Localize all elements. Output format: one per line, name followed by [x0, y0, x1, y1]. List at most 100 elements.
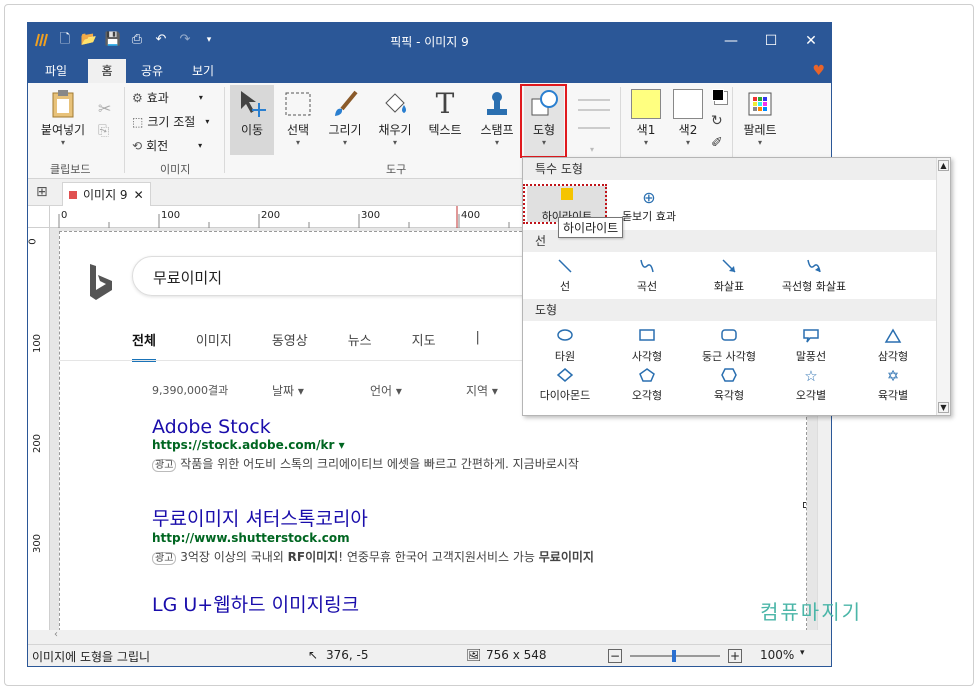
tab-maps[interactable]: 지도 [412, 330, 436, 362]
result-desc-bold: 무료이미지 [538, 550, 594, 564]
dropdown-scrollbar[interactable]: ▲ ▼ [936, 158, 950, 415]
chevron-down-icon[interactable]: ▾ [800, 648, 805, 658]
filter-region[interactable]: 지역 ▾ [466, 382, 498, 399]
grid-view-icon[interactable]: ⊞ [36, 184, 48, 200]
tab-file[interactable]: 파일 [34, 59, 78, 83]
result-title[interactable]: 무료이미지 셔터스톡코리아 [152, 504, 594, 531]
chevron-down-icon: ▾ [198, 141, 203, 150]
result-title[interactable]: LG U+웹하드 이미지링크 [152, 590, 359, 617]
select-tool-button[interactable]: 선택 ▾ [276, 89, 320, 147]
color1-button[interactable]: 색1 ▾ [628, 89, 664, 147]
cut-icon[interactable]: ✂ [98, 99, 111, 118]
tab-images[interactable]: 이미지 [196, 330, 232, 362]
line-item[interactable]: 선 [525, 258, 605, 294]
heart-icon[interactable]: ♥ [812, 63, 825, 79]
scroll-down-icon[interactable]: ▼ [938, 402, 949, 413]
paste-button[interactable]: 붙여넣기 ▾ [36, 89, 90, 147]
six-point-star-item[interactable]: ✡ 육각별 [853, 367, 933, 403]
default-colors-icon[interactable] [712, 89, 724, 101]
rounded-rectangle-item[interactable]: 둥근 사각형 [689, 328, 769, 364]
result-url[interactable]: http://www.shutterstock.com [152, 531, 594, 545]
result-title[interactable]: Adobe Stock [152, 416, 579, 438]
tab-videos[interactable]: 동영상 [272, 330, 308, 362]
five-point-star-label: 오각별 [795, 389, 827, 402]
zoom-slider[interactable] [630, 650, 720, 662]
color-picker-icon[interactable]: ✐ [711, 135, 723, 151]
tab-all[interactable]: 전체 [132, 330, 156, 362]
text-tool-button[interactable]: T 텍스트 [422, 89, 468, 138]
speech-bubble-item[interactable]: 말풍선 [771, 328, 851, 364]
arrow-item[interactable]: 화살표 [689, 258, 769, 294]
arrow-icon [689, 258, 769, 276]
maximize-icon[interactable]: ☐ [751, 23, 791, 59]
rotate-button[interactable]: ⟲ 회전 ▾ [132, 137, 202, 154]
scroll-up-icon[interactable]: ▲ [938, 160, 949, 171]
brush-icon [335, 90, 358, 116]
chevron-down-icon: ▾ [643, 138, 648, 147]
line-icon [525, 258, 605, 276]
draw-tool-button[interactable]: 그리기 ▾ [322, 89, 368, 147]
move-tool-button[interactable]: 이동 [230, 85, 274, 155]
chevron-down-icon: ▾ [494, 138, 499, 147]
tab-home[interactable]: 홈 [88, 59, 126, 83]
rectangle-item[interactable]: 사각형 [607, 328, 687, 364]
result-url[interactable]: https://stock.adobe.com/kr [152, 438, 334, 452]
resize-button[interactable]: ⬚ 크기 조절 ▾ [132, 113, 209, 130]
result-desc-bold: RF이미지 [287, 550, 339, 564]
section-shapes: 도형 [523, 299, 937, 321]
select-icon [285, 92, 311, 116]
document-tab[interactable]: 이미지 9 ✕ [62, 182, 151, 206]
fill-tool-button[interactable]: 채우기 ▾ [372, 89, 418, 147]
cursor-icon: ↖ [308, 648, 319, 662]
copy-icon[interactable]: ⎘ [98, 123, 109, 139]
six-point-star-label: 육각별 [877, 389, 909, 402]
color2-label: 색2 [678, 123, 698, 137]
tab-news[interactable]: 뉴스 [348, 330, 372, 362]
color2-button[interactable]: 색2 ▾ [670, 89, 706, 147]
diamond-icon [525, 367, 605, 385]
triangle-item[interactable]: 삼각형 [853, 328, 933, 364]
status-message: 이미지에 도형을 그립니 [32, 650, 151, 664]
hexagon-icon [689, 367, 769, 385]
horizontal-scrollbar[interactable]: ‹ [50, 629, 817, 644]
zoom-out-button[interactable]: − [608, 649, 622, 663]
diamond-item[interactable]: 다이아몬드 [525, 367, 605, 403]
tab-view[interactable]: 보기 [178, 59, 228, 83]
ruler-label: 0 [27, 238, 39, 245]
five-point-star-item[interactable]: ☆ 오각별 [771, 367, 851, 403]
close-icon[interactable]: ✕ [791, 23, 831, 59]
filter-date[interactable]: 날짜 ▾ [272, 382, 304, 399]
divider [124, 87, 125, 173]
tab-share[interactable]: 공유 [132, 59, 172, 83]
search-tabs: 전체 이미지 동영상 뉴스 지도 | [132, 330, 480, 362]
effects-label: 효과 [146, 91, 169, 105]
paste-label: 붙여넣기 [40, 123, 86, 137]
curved-arrow-item[interactable]: 곡선형 화살표 [771, 258, 857, 294]
pentagon-item[interactable]: 오각형 [607, 367, 687, 403]
group-image: 이미지 [160, 163, 191, 176]
filter-language[interactable]: 언어 ▾ [370, 382, 402, 399]
rounded-rectangle-icon [689, 328, 769, 346]
fill-label: 채우기 [378, 123, 412, 137]
resize-handle[interactable] [803, 502, 806, 508]
zoom-level[interactable]: 100% [760, 648, 794, 662]
close-icon[interactable]: ✕ [134, 184, 144, 206]
swap-colors-icon[interactable]: ↻ [711, 113, 723, 129]
triangle-label: 삼각형 [877, 350, 909, 363]
effects-button[interactable]: ⚙ 효과 ▾ [132, 89, 203, 106]
line-label: 선 [559, 280, 571, 293]
scroll-left-icon[interactable]: ‹ [54, 629, 58, 640]
minimize-icon[interactable]: — [711, 23, 751, 59]
stamp-tool-button[interactable]: 스탬프 ▾ [472, 89, 522, 147]
menu-tab-bar: 파일 홈 공유 보기 ♥ [28, 59, 831, 83]
zoom-in-button[interactable]: + [728, 649, 742, 663]
color2-swatch [673, 89, 703, 119]
filter-label: 날짜 [272, 384, 295, 398]
curve-item[interactable]: 곡선 [607, 258, 687, 294]
hexagon-item[interactable]: 육각형 [689, 367, 769, 403]
ruler-label: 400 [461, 210, 481, 221]
ellipse-item[interactable]: 타원 [525, 328, 605, 364]
curve-icon [607, 258, 687, 276]
palette-button[interactable]: 팔레트 ▾ [738, 89, 782, 147]
arrow-label: 화살표 [713, 280, 745, 293]
